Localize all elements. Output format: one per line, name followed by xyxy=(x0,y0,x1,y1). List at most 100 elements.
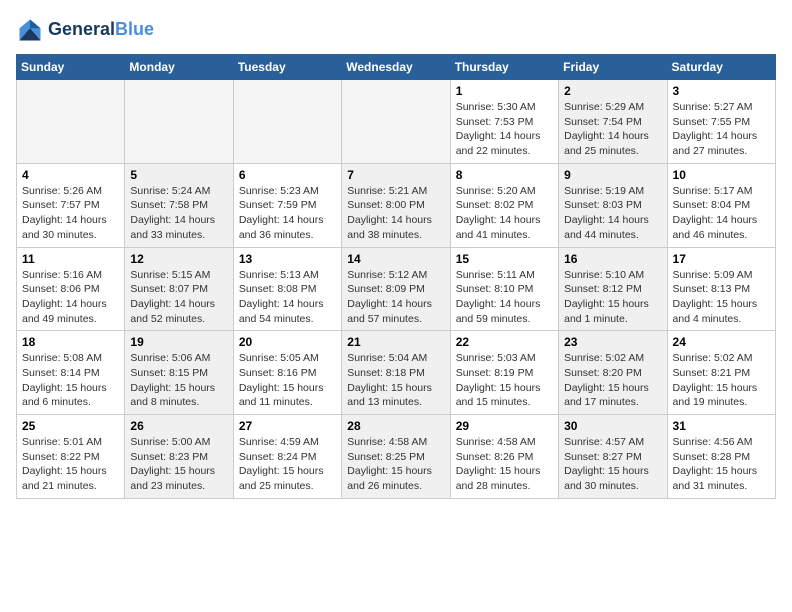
calendar-day-cell: 25 Sunrise: 5:01 AM Sunset: 8:22 PM Dayli… xyxy=(17,415,125,499)
calendar-day-cell: 22Sunrise: 5:03 AM Sunset: 8:19 PM Dayli… xyxy=(450,331,558,415)
day-info: Sunrise: 5:11 AM Sunset: 8:10 PM Dayligh… xyxy=(456,268,553,327)
calendar-day-cell xyxy=(125,80,233,164)
day-info: Sunrise: 5:16 AM Sunset: 8:06 PM Dayligh… xyxy=(22,268,119,327)
day-number: 28 xyxy=(347,419,444,433)
weekday-header: Monday xyxy=(125,55,233,80)
day-number: 31 xyxy=(673,419,770,433)
day-number: 10 xyxy=(673,168,770,182)
calendar-week-row: 4 Sunrise: 5:26 AM Sunset: 7:57 PM Daylig… xyxy=(17,163,776,247)
calendar-day-cell: 23Sunrise: 5:02 AM Sunset: 8:20 PM Dayli… xyxy=(559,331,667,415)
calendar-day-cell: 1 Sunrise: 5:30 AM Sunset: 7:53 PM Daylig… xyxy=(450,80,558,164)
day-info: Sunrise: 5:21 AM Sunset: 8:00 PM Dayligh… xyxy=(347,184,444,243)
day-number: 16 xyxy=(564,252,661,266)
day-info: Sunrise: 5:26 AM Sunset: 7:57 PM Dayligh… xyxy=(22,184,119,243)
day-number: 6 xyxy=(239,168,336,182)
day-info: Sunrise: 5:20 AM Sunset: 8:02 PM Dayligh… xyxy=(456,184,553,243)
calendar-day-cell: 9 Sunrise: 5:19 AM Sunset: 8:03 PM Daylig… xyxy=(559,163,667,247)
calendar-day-cell xyxy=(233,80,341,164)
calendar-day-cell: 4 Sunrise: 5:26 AM Sunset: 7:57 PM Daylig… xyxy=(17,163,125,247)
day-number: 2 xyxy=(564,84,661,98)
weekday-header: Sunday xyxy=(17,55,125,80)
day-number: 9 xyxy=(564,168,661,182)
day-info: Sunrise: 5:30 AM Sunset: 7:53 PM Dayligh… xyxy=(456,100,553,159)
day-number: 13 xyxy=(239,252,336,266)
day-info: Sunrise: 5:29 AM Sunset: 7:54 PM Dayligh… xyxy=(564,100,661,159)
calendar-day-cell: 27 Sunrise: 4:59 AM Sunset: 8:24 PM Dayli… xyxy=(233,415,341,499)
calendar-day-cell: 24 Sunrise: 5:02 AM Sunset: 8:21 PM Dayli… xyxy=(667,331,775,415)
day-info: Sunrise: 5:24 AM Sunset: 7:58 PM Dayligh… xyxy=(130,184,227,243)
day-info: Sunrise: 5:27 AM Sunset: 7:55 PM Dayligh… xyxy=(673,100,770,159)
day-number: 27 xyxy=(239,419,336,433)
calendar-day-cell: 7 Sunrise: 5:21 AM Sunset: 8:00 PM Daylig… xyxy=(342,163,450,247)
calendar-day-cell: 3 Sunrise: 5:27 AM Sunset: 7:55 PM Daylig… xyxy=(667,80,775,164)
day-number: 4 xyxy=(22,168,119,182)
logo-icon xyxy=(16,16,44,44)
day-number: 29 xyxy=(456,419,553,433)
day-number: 15 xyxy=(456,252,553,266)
day-number: 21 xyxy=(347,335,444,349)
day-info: Sunrise: 5:19 AM Sunset: 8:03 PM Dayligh… xyxy=(564,184,661,243)
day-info: Sunrise: 5:00 AM Sunset: 8:23 PM Dayligh… xyxy=(130,435,227,494)
calendar-week-row: 18 Sunrise: 5:08 AM Sunset: 8:14 PM Dayli… xyxy=(17,331,776,415)
day-number: 20 xyxy=(239,335,336,349)
day-info: Sunrise: 4:59 AM Sunset: 8:24 PM Dayligh… xyxy=(239,435,336,494)
day-info: Sunrise: 4:58 AM Sunset: 8:26 PM Dayligh… xyxy=(456,435,553,494)
weekday-header: Tuesday xyxy=(233,55,341,80)
day-info: Sunrise: 4:56 AM Sunset: 8:28 PM Dayligh… xyxy=(673,435,770,494)
calendar-day-cell: 29 Sunrise: 4:58 AM Sunset: 8:26 PM Dayli… xyxy=(450,415,558,499)
day-info: Sunrise: 5:12 AM Sunset: 8:09 PM Dayligh… xyxy=(347,268,444,327)
calendar-day-cell: 10 Sunrise: 5:17 AM Sunset: 8:04 PM Dayli… xyxy=(667,163,775,247)
calendar-day-cell: 2 Sunrise: 5:29 AM Sunset: 7:54 PM Daylig… xyxy=(559,80,667,164)
day-info: Sunrise: 5:05 AM Sunset: 8:16 PM Dayligh… xyxy=(239,351,336,410)
day-number: 30 xyxy=(564,419,661,433)
calendar-day-cell: 13 Sunrise: 5:13 AM Sunset: 8:08 PM Dayli… xyxy=(233,247,341,331)
day-number: 3 xyxy=(673,84,770,98)
day-number: 18 xyxy=(22,335,119,349)
calendar-day-cell: 12Sunrise: 5:15 AM Sunset: 8:07 PM Dayli… xyxy=(125,247,233,331)
day-info: Sunrise: 5:15 AM Sunset: 8:07 PM Dayligh… xyxy=(130,268,227,327)
day-number: 26 xyxy=(130,419,227,433)
day-info: Sunrise: 5:17 AM Sunset: 8:04 PM Dayligh… xyxy=(673,184,770,243)
calendar-day-cell: 30 Sunrise: 4:57 AM Sunset: 8:27 PM Dayli… xyxy=(559,415,667,499)
calendar-day-cell: 16 Sunrise: 5:10 AM Sunset: 8:12 PM Dayli… xyxy=(559,247,667,331)
day-number: 22 xyxy=(456,335,553,349)
calendar-week-row: 1 Sunrise: 5:30 AM Sunset: 7:53 PM Daylig… xyxy=(17,80,776,164)
weekday-header: Friday xyxy=(559,55,667,80)
day-info: Sunrise: 5:23 AM Sunset: 7:59 PM Dayligh… xyxy=(239,184,336,243)
day-number: 7 xyxy=(347,168,444,182)
weekday-header: Wednesday xyxy=(342,55,450,80)
calendar-day-cell: 20 Sunrise: 5:05 AM Sunset: 8:16 PM Dayli… xyxy=(233,331,341,415)
day-number: 19 xyxy=(130,335,227,349)
day-number: 1 xyxy=(456,84,553,98)
page-header: GeneralBlue xyxy=(16,16,776,44)
calendar-day-cell: 18 Sunrise: 5:08 AM Sunset: 8:14 PM Dayli… xyxy=(17,331,125,415)
day-number: 17 xyxy=(673,252,770,266)
day-info: Sunrise: 5:02 AM Sunset: 8:21 PM Dayligh… xyxy=(673,351,770,410)
day-info: Sunrise: 5:09 AM Sunset: 8:13 PM Dayligh… xyxy=(673,268,770,327)
calendar-day-cell: 11Sunrise: 5:16 AM Sunset: 8:06 PM Dayli… xyxy=(17,247,125,331)
day-info: Sunrise: 5:13 AM Sunset: 8:08 PM Dayligh… xyxy=(239,268,336,327)
day-info: Sunrise: 5:06 AM Sunset: 8:15 PM Dayligh… xyxy=(130,351,227,410)
calendar-header: SundayMondayTuesdayWednesdayThursdayFrid… xyxy=(17,55,776,80)
logo: GeneralBlue xyxy=(16,16,154,44)
day-info: Sunrise: 5:08 AM Sunset: 8:14 PM Dayligh… xyxy=(22,351,119,410)
calendar-day-cell: 26 Sunrise: 5:00 AM Sunset: 8:23 PM Dayli… xyxy=(125,415,233,499)
calendar-day-cell: 8 Sunrise: 5:20 AM Sunset: 8:02 PM Daylig… xyxy=(450,163,558,247)
calendar-day-cell: 21 Sunrise: 5:04 AM Sunset: 8:18 PM Dayli… xyxy=(342,331,450,415)
day-info: Sunrise: 5:10 AM Sunset: 8:12 PM Dayligh… xyxy=(564,268,661,327)
calendar-day-cell xyxy=(17,80,125,164)
day-number: 5 xyxy=(130,168,227,182)
calendar-day-cell: 5 Sunrise: 5:24 AM Sunset: 7:58 PM Daylig… xyxy=(125,163,233,247)
day-info: Sunrise: 4:58 AM Sunset: 8:25 PM Dayligh… xyxy=(347,435,444,494)
day-number: 24 xyxy=(673,335,770,349)
logo-text: GeneralBlue xyxy=(48,20,154,40)
day-number: 25 xyxy=(22,419,119,433)
day-info: Sunrise: 4:57 AM Sunset: 8:27 PM Dayligh… xyxy=(564,435,661,494)
day-info: Sunrise: 5:01 AM Sunset: 8:22 PM Dayligh… xyxy=(22,435,119,494)
day-number: 8 xyxy=(456,168,553,182)
calendar-day-cell: 28 Sunrise: 4:58 AM Sunset: 8:25 PM Dayli… xyxy=(342,415,450,499)
calendar-day-cell: 6 Sunrise: 5:23 AM Sunset: 7:59 PM Daylig… xyxy=(233,163,341,247)
calendar-day-cell: 14Sunrise: 5:12 AM Sunset: 8:09 PM Dayli… xyxy=(342,247,450,331)
day-number: 23 xyxy=(564,335,661,349)
day-info: Sunrise: 5:04 AM Sunset: 8:18 PM Dayligh… xyxy=(347,351,444,410)
